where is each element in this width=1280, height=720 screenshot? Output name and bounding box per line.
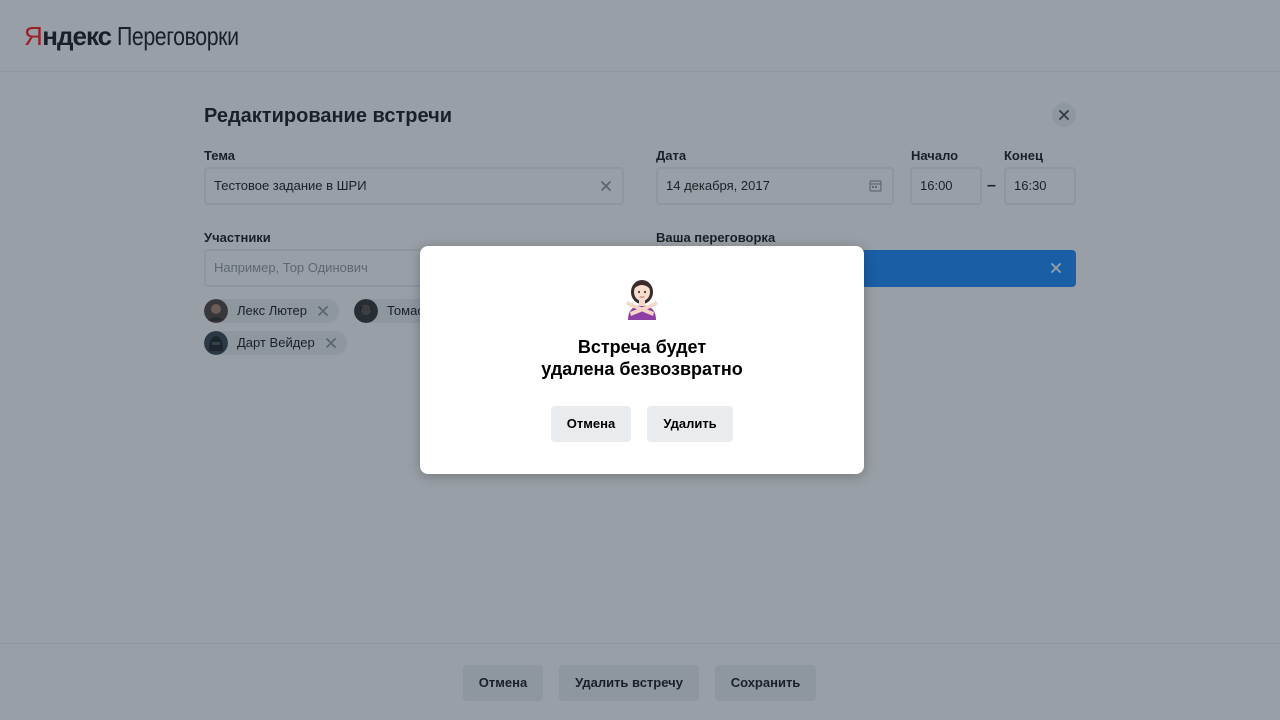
modal-title-line1: Встреча будет [577, 337, 707, 357]
modal-delete-button[interactable]: Удалить [647, 406, 733, 442]
no-gesture-woman-icon [626, 280, 658, 320]
modal-title: Встреча будет удалена безвозвратно [420, 336, 864, 380]
modal-title-line2: удалена безвозвратно [541, 359, 743, 379]
delete-confirm-modal: Встреча будет удалена безвозвратно Отмен… [420, 246, 864, 474]
modal-cancel-button[interactable]: Отмена [551, 406, 631, 442]
